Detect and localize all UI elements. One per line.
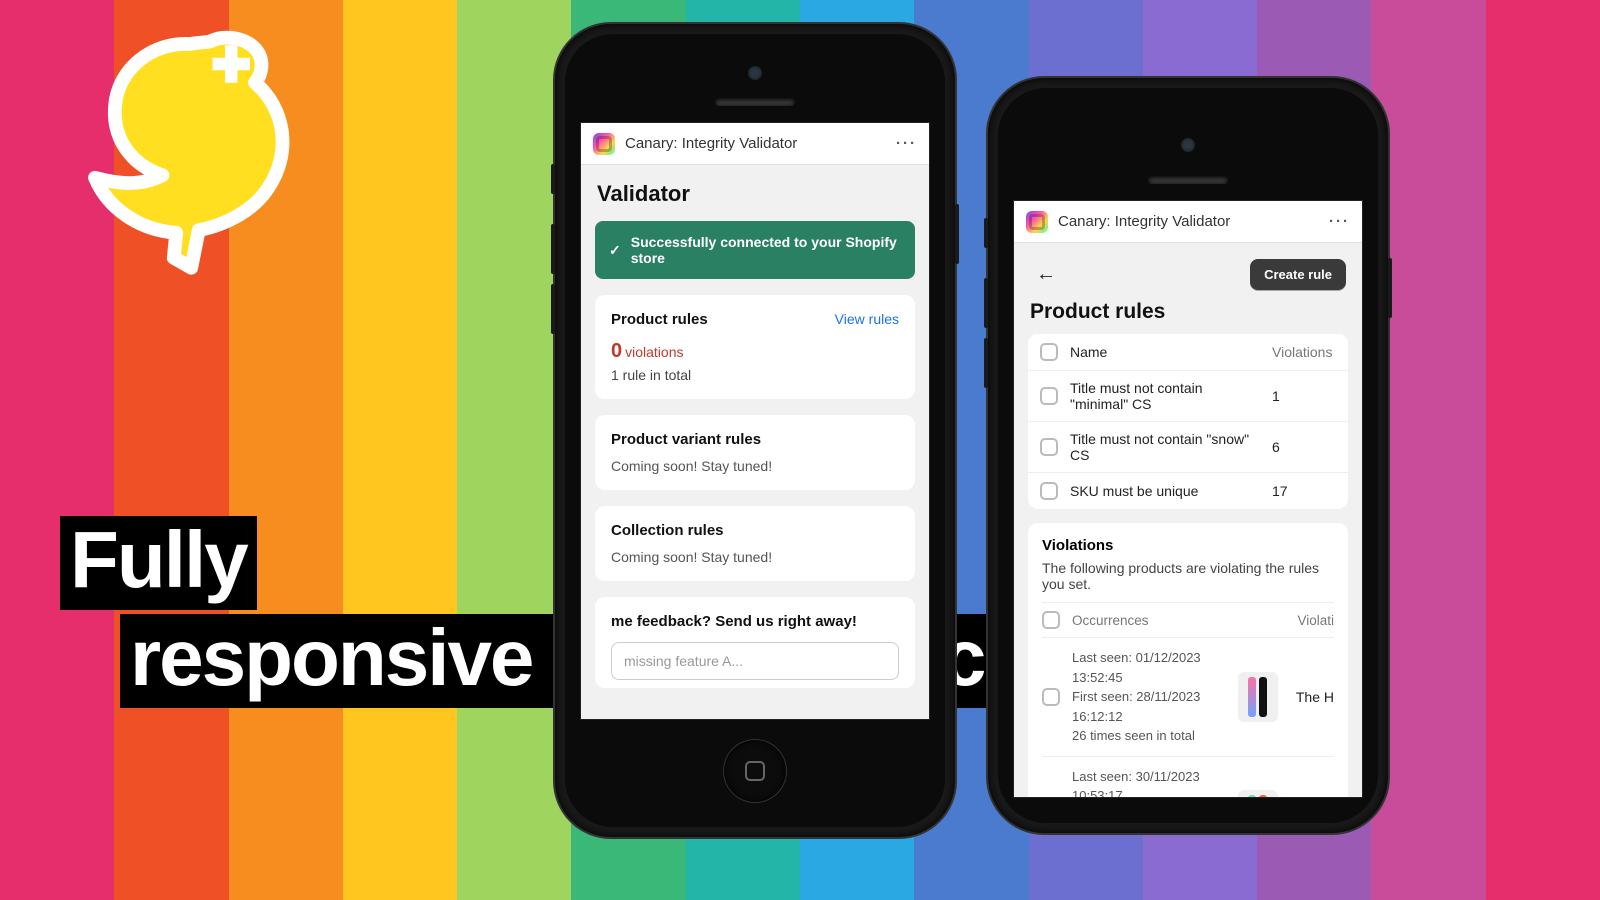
- rules-table: Name Violations Title must not contain "…: [1028, 334, 1348, 509]
- table-header: Name Violations: [1028, 334, 1348, 371]
- app-title: Canary: Integrity Validator: [1058, 213, 1230, 230]
- table-row[interactable]: Title must not contain "minimal" CS 1: [1028, 371, 1348, 422]
- app-topbar: Canary: Integrity Validator ···: [1014, 201, 1362, 243]
- app-icon: [593, 133, 615, 155]
- table-row[interactable]: Title must not contain "snow" CS 6: [1028, 422, 1348, 473]
- violation-count: 0violations: [611, 340, 899, 363]
- row-checkbox[interactable]: [1040, 482, 1058, 500]
- headline-line-1: Fully: [60, 516, 257, 610]
- app-topbar: Canary: Integrity Validator ···: [581, 123, 929, 165]
- app-title: Canary: Integrity Validator: [625, 135, 797, 152]
- feedback-title: me feedback? Send us right away!: [611, 613, 899, 630]
- page-title: Validator: [597, 181, 915, 207]
- page-title: Product rules: [1030, 300, 1348, 324]
- violation-row[interactable]: Last seen: 30/11/2023 10:53:17 First see…: [1042, 756, 1334, 799]
- success-banner: Successfully connected to your Shopify s…: [595, 221, 915, 279]
- variant-rules-card: Product variant rules Coming soon! Stay …: [595, 415, 915, 490]
- row-checkbox[interactable]: [1042, 688, 1060, 706]
- product-thumbnail: [1238, 790, 1278, 798]
- check-icon: [609, 242, 621, 259]
- feedback-card: me feedback? Send us right away! missing…: [595, 597, 915, 688]
- phone-mockup-validator: Canary: Integrity Validator ··· Validato…: [555, 24, 955, 837]
- banner-text: Successfully connected to your Shopify s…: [631, 234, 901, 266]
- product-thumbnail: [1238, 672, 1278, 722]
- more-icon[interactable]: ···: [1329, 213, 1350, 230]
- phone-mockup-rules: Canary: Integrity Validator ··· ← Create…: [988, 78, 1388, 833]
- select-all-checkbox[interactable]: [1040, 343, 1058, 361]
- more-icon[interactable]: ···: [896, 135, 917, 152]
- violation-row[interactable]: Last seen: 01/12/2023 13:52:45 First see…: [1042, 637, 1334, 756]
- table-row[interactable]: SKU must be unique 17: [1028, 473, 1348, 509]
- violations-header: Occurrences Violati: [1042, 602, 1334, 637]
- view-rules-link[interactable]: View rules: [835, 311, 899, 327]
- violations-card: Violations The following products are vi…: [1028, 523, 1348, 798]
- canary-bird-logo: [60, 24, 310, 304]
- home-button[interactable]: [724, 740, 786, 802]
- feedback-input[interactable]: missing feature A...: [611, 642, 899, 680]
- collection-rules-card: Collection rules Coming soon! Stay tuned…: [595, 506, 915, 581]
- create-rule-button[interactable]: Create rule: [1250, 259, 1346, 290]
- product-rules-card: Product rules View rules 0violations 1 r…: [595, 295, 915, 399]
- row-checkbox[interactable]: [1040, 438, 1058, 456]
- app-icon: [1026, 211, 1048, 233]
- back-arrow-icon[interactable]: ←: [1030, 257, 1062, 292]
- row-checkbox[interactable]: [1040, 387, 1058, 405]
- select-all-checkbox[interactable]: [1042, 611, 1060, 629]
- rules-total: 1 rule in total: [611, 367, 899, 383]
